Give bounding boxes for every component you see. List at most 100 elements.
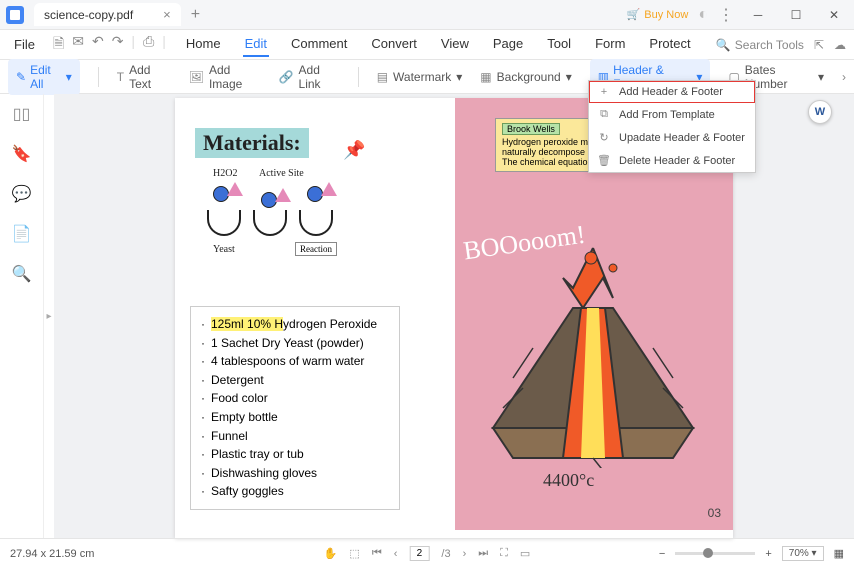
close-tab-icon[interactable]: ×	[163, 7, 171, 22]
zoom-in-icon[interactable]: +	[765, 548, 771, 560]
file-menu[interactable]: File	[8, 35, 41, 54]
tab-filename: science-copy.pdf	[44, 8, 133, 22]
list-item: ·125ml 10% Hydrogen Peroxide	[201, 315, 389, 334]
close-window-button[interactable]: ✕	[820, 1, 848, 29]
fit-page-icon[interactable]: ⛶	[500, 547, 508, 560]
edit-all-button[interactable]: ✎ Edit All ▾	[8, 59, 80, 95]
document-tab[interactable]: science-copy.pdf ×	[34, 3, 181, 26]
redo-icon[interactable]: ↷	[112, 33, 124, 57]
list-item: ·Plastic tray or tub	[201, 445, 389, 464]
dropdown-update-header-footer[interactable]: ↻Upadate Header & Footer	[589, 126, 755, 149]
page-total: /3	[441, 548, 450, 560]
menu-home[interactable]: Home	[184, 32, 223, 57]
add-text-button[interactable]: TAdd Text	[117, 63, 171, 91]
cloud-icon[interactable]: ☁	[834, 38, 846, 52]
bookmark-icon[interactable]: 🔖	[12, 144, 32, 164]
list-item: ·4 tablespoons of warm water	[201, 352, 389, 371]
undo-icon[interactable]: ↶	[92, 33, 104, 57]
plus-icon: +	[597, 86, 611, 98]
search-icon[interactable]: 🔍	[12, 264, 32, 284]
dropdown-add-from-template[interactable]: ⧉Add From Template	[589, 103, 755, 126]
comment-icon[interactable]: 💬	[12, 184, 32, 204]
note-author: Brook Wells	[502, 123, 560, 135]
menu-page[interactable]: Page	[491, 32, 525, 57]
active-site-label: Active Site	[259, 168, 304, 179]
yeast-diagram: H2O2 Active Site Yeast Reaction	[195, 168, 355, 278]
print-icon[interactable]: ⎙	[143, 33, 154, 57]
buy-now-link[interactable]: 🛒 Buy Now	[627, 8, 689, 21]
statusbar: 27.94 x 21.59 cm ✋ ⬚ ⏮ ‹ /3 › ⏭ ⛶ ▭ − + …	[0, 538, 854, 568]
dropdown-add-header-footer[interactable]: +Add Header & Footer	[589, 81, 755, 103]
user-icon[interactable]: ◐	[698, 6, 708, 24]
menu-comment[interactable]: Comment	[289, 32, 349, 57]
volcano-illustration	[473, 238, 713, 468]
save-icon[interactable]: 🗎	[53, 33, 64, 57]
app-icon	[0, 0, 30, 30]
image-icon: 🖼	[189, 70, 204, 84]
panel-handle[interactable]: ▸	[44, 94, 54, 538]
maximize-button[interactable]: ☐	[782, 1, 810, 29]
materials-heading: Materials:	[195, 128, 309, 158]
list-item: ·Funnel	[201, 427, 389, 446]
watermark-icon: ▤	[377, 70, 388, 84]
text-icon: T	[117, 70, 124, 84]
more-icon[interactable]: ⋮	[718, 5, 734, 25]
select-tool-icon[interactable]: ⬚	[349, 547, 359, 560]
add-link-button[interactable]: 🔗Add Link	[279, 63, 340, 91]
hand-tool-icon[interactable]: ✋	[324, 547, 338, 560]
divider	[98, 67, 99, 87]
list-item: ·Food color	[201, 389, 389, 408]
page-input[interactable]	[409, 546, 429, 561]
page-1: Materials: 📌 H2O2 Active Site Yeast Reac…	[175, 98, 453, 530]
fit-width-icon[interactable]: ▭	[520, 547, 530, 560]
page-number: 03	[708, 506, 721, 520]
background-icon: ▦	[480, 70, 491, 84]
thumbnails-icon[interactable]: ▯▯	[13, 104, 31, 124]
dropdown-delete-header-footer[interactable]: 🗑Delete Header & Footer	[589, 149, 755, 172]
background-button[interactable]: ▦Background ▾	[480, 70, 571, 84]
zoom-slider[interactable]	[675, 552, 755, 555]
minimize-button[interactable]: ─	[744, 1, 772, 29]
yeast-label: Yeast	[213, 244, 235, 255]
share-icon[interactable]: ⇱	[814, 38, 824, 52]
template-icon: ⧉	[597, 108, 611, 121]
trash-icon: 🗑	[597, 154, 611, 167]
add-image-button[interactable]: 🖼Add Image	[189, 63, 261, 91]
mail-icon[interactable]: ✉	[72, 33, 84, 57]
zoom-value[interactable]: 70% ▾	[782, 546, 824, 561]
search-tools[interactable]: 🔍 Search Tools	[716, 38, 804, 52]
temperature-label: 4400°c	[543, 470, 594, 491]
titlebar: science-copy.pdf × + 🛒 Buy Now ◐ ⋮ ─ ☐ ✕	[0, 0, 854, 30]
menu-tool[interactable]: Tool	[545, 32, 573, 57]
list-item: ·Empty bottle	[201, 408, 389, 427]
menu-form[interactable]: Form	[593, 32, 627, 57]
list-item: ·Detergent	[201, 371, 389, 390]
pin-icon[interactable]: 📌	[343, 140, 365, 161]
prev-page-icon[interactable]: ‹	[394, 548, 398, 560]
header-footer-dropdown: +Add Header & Footer ⧉Add From Template …	[588, 80, 756, 173]
menu-convert[interactable]: Convert	[369, 32, 419, 57]
menubar: File 🗎 ✉ ↶ ↷ | ⎙ | Home Edit Comment Con…	[0, 30, 854, 60]
left-sidebar: ▯▯ 🔖 💬 📄 🔍	[0, 94, 44, 538]
menu-view[interactable]: View	[439, 32, 471, 57]
h2o2-label: H2O2	[213, 168, 237, 179]
first-page-icon[interactable]: ⏮	[372, 547, 382, 560]
menu-edit[interactable]: Edit	[243, 32, 269, 57]
list-item: ·Safty goggles	[201, 482, 389, 501]
add-tab-button[interactable]: +	[191, 6, 200, 24]
chevron-right-icon[interactable]: ›	[842, 70, 846, 84]
watermark-button[interactable]: ▤Watermark ▾	[377, 70, 463, 84]
word-badge-icon[interactable]: W	[808, 100, 832, 124]
zoom-out-icon[interactable]: −	[659, 548, 665, 560]
next-page-icon[interactable]: ›	[463, 548, 467, 560]
view-mode-icon[interactable]: ▦	[834, 547, 844, 560]
attachment-icon[interactable]: 📄	[12, 224, 32, 244]
divider	[358, 67, 359, 87]
refresh-icon: ↻	[597, 131, 611, 144]
materials-list: ·125ml 10% Hydrogen Peroxide ·1 Sachet D…	[190, 306, 400, 510]
menu-protect[interactable]: Protect	[647, 32, 692, 57]
last-page-icon[interactable]: ⏭	[478, 547, 488, 560]
page-dimensions: 27.94 x 21.59 cm	[10, 548, 94, 560]
reaction-label: Reaction	[295, 242, 337, 256]
link-icon: 🔗	[279, 70, 294, 84]
